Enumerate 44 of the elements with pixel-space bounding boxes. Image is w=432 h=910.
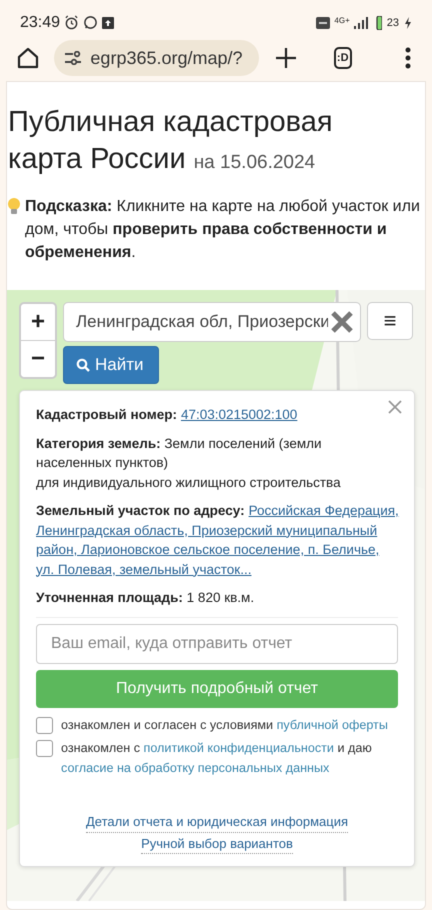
footer-link[interactable]: Детали отчета и юридическая информация bbox=[86, 812, 348, 832]
battery-icon bbox=[376, 16, 382, 30]
hint-text: Подсказка: Кликните на карте на любой участок или дом, чтобы проверить права собственности и обременения. bbox=[25, 197, 421, 263]
layers-menu-button[interactable]: ≡ bbox=[367, 302, 413, 340]
field-link[interactable]: ул. Полевая, земельный участок... bbox=[36, 560, 252, 579]
field-link[interactable]: район, Ларионовское сельское поселение, п. Беличье, bbox=[36, 540, 380, 560]
volte-icon bbox=[316, 16, 330, 29]
consent-text: ознакомлен и согласен с условиями bbox=[61, 718, 274, 732]
tune-icon bbox=[64, 51, 82, 66]
field-text: Уточненная площадь: 1 820 кв.м. bbox=[36, 589, 256, 607]
field-link[interactable]: 47:03:0215002:100 bbox=[180, 405, 298, 424]
field-text: для индивидуального жилищного строительства bbox=[36, 474, 342, 492]
upload-icon bbox=[102, 16, 114, 29]
battery-level: 23 bbox=[386, 16, 400, 29]
network-type: 4G+ bbox=[334, 16, 350, 25]
alarm-icon bbox=[64, 15, 80, 30]
checkbox[interactable] bbox=[36, 716, 53, 734]
url-text: egrp365.org/map/? bbox=[90, 48, 243, 69]
page-title: карта России bbox=[8, 142, 186, 177]
find-button[interactable]: Найти bbox=[63, 346, 159, 384]
checkbox[interactable] bbox=[36, 740, 53, 757]
field-label: Земельный участок по адресу: bbox=[36, 502, 245, 520]
signal-icon bbox=[354, 16, 368, 29]
chat-icon bbox=[83, 15, 98, 30]
address-bar[interactable]: egrp365.org/map/? bbox=[54, 40, 260, 76]
consent-link[interactable]: политикой конфиденциальности bbox=[144, 741, 334, 755]
lightbulb-icon bbox=[7, 198, 21, 216]
email-field[interactable]: Ваш email, куда отправить отчет bbox=[36, 624, 398, 664]
footer-link[interactable]: Ручной выбор вариантов bbox=[141, 834, 293, 854]
tabs-button[interactable]: :D bbox=[334, 47, 352, 70]
field-link[interactable]: Ленинградская область, Приозерский муниципальный bbox=[36, 520, 378, 540]
consent-text: ознакомлен с bbox=[61, 741, 140, 755]
field-link[interactable]: Российская Федерация, bbox=[248, 501, 399, 520]
field-text: Категория земель: Земли поселений (земли населенных пунктов) bbox=[36, 434, 323, 472]
charging-icon bbox=[404, 16, 412, 29]
title-date: на 15.06.2024 bbox=[194, 151, 316, 175]
consent-link[interactable]: публичной оферты bbox=[276, 718, 388, 732]
consent-link[interactable]: согласие на обработку персональных данных bbox=[61, 760, 330, 774]
field-label: Кадастровый номер: bbox=[36, 406, 177, 424]
clear-icon[interactable] bbox=[330, 310, 354, 334]
page-title: Публичная кадастровая bbox=[8, 105, 333, 140]
consent-text: и даю bbox=[337, 741, 372, 755]
search-icon bbox=[76, 358, 90, 372]
status-time: 23:49 bbox=[20, 14, 60, 32]
